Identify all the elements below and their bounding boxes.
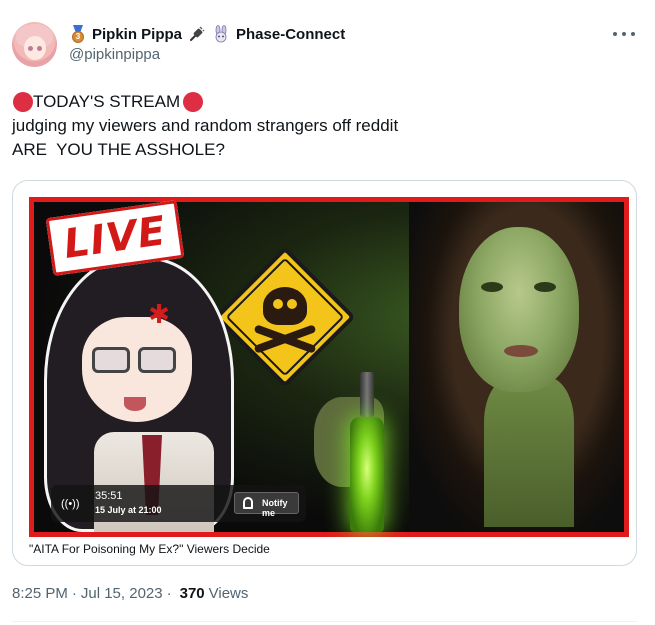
separator-dot: · <box>71 585 77 602</box>
user-handle[interactable]: @pipkinpippa <box>69 46 345 63</box>
thumbnail-caption: "AITA For Poisoning My Ex?" Viewers Deci… <box>29 542 270 556</box>
tweet-text: TODAY'S STREAM judging my viewers and ra… <box>12 90 398 162</box>
views-label: Views <box>208 585 249 602</box>
affiliation-label[interactable]: Phase-Connect <box>236 26 345 43</box>
views-count: 370 <box>179 585 205 602</box>
woman-lips <box>504 345 538 357</box>
avatar-eye <box>37 46 42 51</box>
more-options-icon[interactable] <box>613 26 635 42</box>
medal-icon: 3 <box>69 25 87 43</box>
name-row: 3 Pipkin Pippa Phase-Connect <box>69 24 345 44</box>
notify-label: Notify me <box>262 498 288 518</box>
anger-mark-icon: ✱ <box>148 299 170 329</box>
tweet-line: TODAY'S STREAM <box>12 90 398 114</box>
tweet-header: 3 Pipkin Pippa Phase-Connect @pipkinpipp… <box>69 24 345 64</box>
tweet-date[interactable]: Jul 15, 2023 <box>81 585 163 602</box>
stream-time: 35:51 <box>95 490 123 502</box>
tweet-time[interactable]: 8:25 PM <box>12 585 68 602</box>
tweet[interactable]: 3 Pipkin Pippa Phase-Connect @pipkinpipp… <box>0 0 655 625</box>
stream-thumbnail[interactable]: ✱ LIVE ((•)) 35:51 15 July at 21:00 Noti… <box>29 197 629 537</box>
tweet-line-1: TODAY'S STREAM <box>33 92 181 111</box>
bell-icon <box>243 497 253 509</box>
separator-dot: · <box>166 585 172 602</box>
avatar-eye <box>28 46 33 51</box>
woman-eye <box>534 282 556 292</box>
plug-icon <box>188 25 206 43</box>
tweet-meta: 8:25 PM · Jul 15, 2023 · 370 Views <box>12 585 248 602</box>
stream-date: 15 July at 21:00 <box>95 505 162 515</box>
display-name[interactable]: Pipkin Pippa <box>92 26 182 43</box>
media-card[interactable]: ✱ LIVE ((•)) 35:51 15 July at 21:00 Noti… <box>12 180 637 566</box>
red-circle-emoji-icon <box>13 92 33 112</box>
woman-eye <box>481 282 503 292</box>
divider <box>12 621 637 622</box>
poison-bottle <box>347 372 387 532</box>
avatar[interactable] <box>12 22 57 67</box>
notify-me-button[interactable]: Notify me <box>234 492 299 518</box>
woman-neck <box>484 377 574 527</box>
tweet-line-2: judging my viewers and random strangers … <box>12 116 399 135</box>
tweet-line-3: ARE YOU THE ASSHOLE? <box>12 140 225 159</box>
broadcast-icon: ((•)) <box>61 498 80 510</box>
bunny-icon <box>212 25 230 43</box>
woman-face <box>459 227 579 392</box>
red-circle-emoji-icon <box>183 92 204 112</box>
stream-info-overlay: ((•)) 35:51 15 July at 21:00 Notify me <box>51 485 306 522</box>
